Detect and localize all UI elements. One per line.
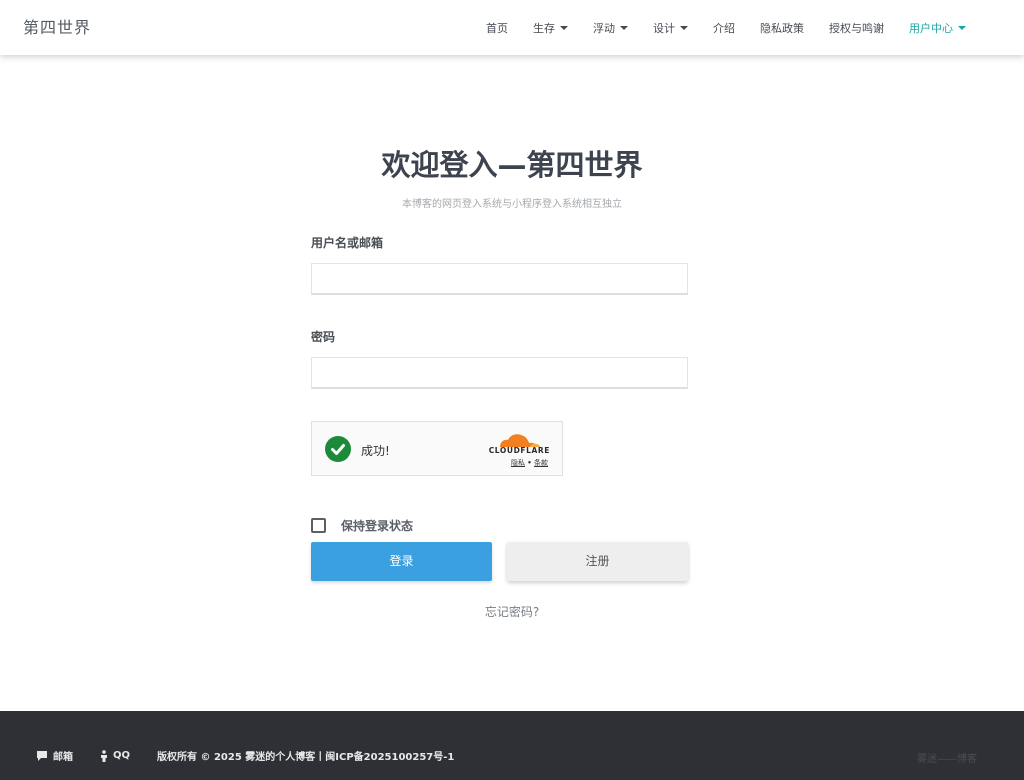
username-label: 用户名或邮箱 [311, 236, 384, 250]
site-header: 第四世界 首页 生存 浮动 设计 介绍 隐私政策 授权与鸣谢 用户中心 [0, 0, 1024, 55]
main-nav: 首页 生存 浮动 设计 介绍 隐私政策 授权与鸣谢 用户中心 [486, 0, 966, 55]
nav-item-user-center[interactable]: 用户中心 [909, 20, 966, 36]
footer-left: 邮箱 QQ 版权所有 © 2025 雾迷的个人博客丨闽ICP备202510025… [36, 748, 454, 763]
captcha-status: 成功! [361, 444, 390, 458]
person-icon [101, 749, 107, 762]
cloudflare-wordmark: CLOUDFLARE [488, 446, 550, 455]
remember-label: 保持登录状态 [341, 519, 414, 533]
nav-item-float[interactable]: 浮动 [593, 20, 628, 36]
captcha-links: 隐私 • 条款 [511, 458, 548, 468]
caret-down-icon [620, 25, 628, 30]
page-title: 欢迎登入—第四世界 [381, 148, 643, 182]
nav-label: 浮动 [593, 21, 615, 35]
caret-down-icon [958, 25, 966, 30]
nav-label: 介绍 [713, 21, 735, 35]
login-section: 欢迎登入—第四世界 本博客的网页登入系统与小程序登入系统相互独立 用户名或邮箱 … [0, 55, 1024, 711]
site-footer: 邮箱 QQ 版权所有 © 2025 雾迷的个人博客丨闽ICP备202510025… [0, 711, 1024, 780]
privacy-link[interactable]: 隐私 [511, 459, 525, 467]
terms-link[interactable]: 条款 [534, 459, 548, 467]
nav-item-survive[interactable]: 生存 [533, 20, 568, 36]
page-subtitle: 本博客的网页登入系统与小程序登入系统相互独立 [402, 199, 622, 210]
forgot-password-link[interactable]: 忘记密码? [0, 603, 1024, 620]
remember-checkbox[interactable] [311, 518, 326, 533]
site-brand[interactable]: 第四世界 [23, 14, 91, 38]
link-separator: • [527, 459, 532, 467]
success-check-icon [325, 436, 351, 462]
register-button[interactable]: 注册 [507, 542, 688, 581]
nav-label: 用户中心 [909, 21, 953, 35]
footer-tagline: 雾迷——博客 [917, 754, 977, 765]
nav-label: 隐私政策 [760, 21, 804, 35]
nav-label: 生存 [533, 21, 555, 35]
nav-item-intro[interactable]: 介绍 [713, 20, 735, 36]
nav-item-credits[interactable]: 授权与鸣谢 [829, 20, 884, 36]
nav-label: 首页 [486, 21, 508, 35]
caret-down-icon [680, 25, 688, 30]
password-label: 密码 [311, 330, 336, 344]
caret-down-icon [560, 25, 568, 30]
username-input[interactable] [311, 263, 688, 295]
copyright-text: 版权所有 © 2025 雾迷的个人博客丨闽ICP备2025100257号-1 [157, 752, 455, 763]
login-button[interactable]: 登录 [311, 542, 492, 581]
nav-item-home[interactable]: 首页 [486, 20, 508, 36]
qq-label: QQ [113, 750, 131, 761]
password-input[interactable] [311, 357, 688, 389]
cloudflare-captcha-widget[interactable]: 成功! CLOUDFLARE 隐私 • 条款 [311, 421, 563, 476]
mail-label: 邮箱 [53, 752, 73, 763]
footer-qq-link[interactable]: QQ [100, 749, 131, 762]
footer-mail-link[interactable]: 邮箱 [36, 748, 73, 763]
nav-item-design[interactable]: 设计 [653, 20, 688, 36]
nav-label: 设计 [653, 21, 675, 35]
speech-bubble-icon [37, 750, 47, 761]
nav-label: 授权与鸣谢 [829, 21, 884, 35]
nav-item-privacy[interactable]: 隐私政策 [760, 20, 804, 36]
remember-me[interactable]: 保持登录状态 [311, 517, 413, 534]
